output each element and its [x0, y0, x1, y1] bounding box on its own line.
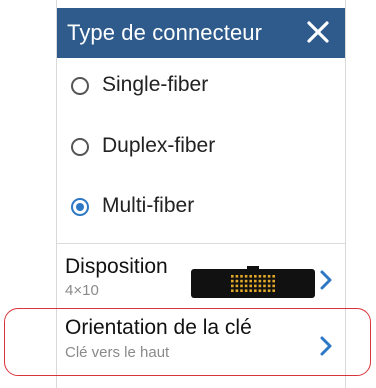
close-icon[interactable]	[303, 17, 333, 47]
fiber-dot	[263, 284, 266, 288]
fiber-dot	[263, 279, 266, 283]
radio-duplex-fiber[interactable]	[71, 138, 89, 156]
fiber-dot	[235, 284, 239, 288]
option-label: Single-fiber	[102, 73, 209, 96]
option-multi-fiber[interactable]: Multi-fiber	[57, 183, 345, 233]
option-label: Duplex-fiber	[102, 134, 216, 157]
fiber-dot	[240, 289, 243, 292]
fiber-dot	[267, 279, 271, 283]
fiber-dot	[235, 275, 239, 278]
highlight-outline	[4, 308, 371, 376]
mpo-connector-icon	[191, 266, 315, 298]
fiber-dot	[244, 279, 248, 283]
fiber-dot	[231, 279, 234, 283]
fiber-dot	[263, 275, 266, 278]
radio-multi-fiber[interactable]	[71, 198, 89, 216]
fiber-dot	[272, 279, 275, 283]
fiber-dot	[258, 279, 262, 283]
fiber-dot	[249, 275, 252, 278]
fiber-dot	[254, 279, 257, 283]
fiber-dot	[249, 284, 252, 288]
fiber-dot	[272, 289, 275, 292]
fiber-dot	[244, 284, 248, 288]
fiber-dot	[244, 275, 248, 278]
fiber-dot	[249, 279, 252, 283]
disposition-title: Disposition	[65, 255, 168, 278]
fiber-dot	[240, 284, 243, 288]
fiber-dot	[263, 289, 266, 292]
fiber-dot	[231, 284, 234, 288]
dialog-title: Type de connecteur	[67, 20, 263, 45]
fiber-dot	[231, 275, 234, 278]
fiber-dot	[249, 289, 252, 292]
fiber-dot	[240, 275, 243, 278]
fiber-dot	[235, 279, 239, 283]
divider	[57, 243, 345, 244]
option-duplex-fiber[interactable]: Duplex-fiber	[57, 123, 345, 173]
option-label: Multi-fiber	[102, 194, 195, 217]
fiber-dot	[267, 284, 271, 288]
fiber-dot	[254, 289, 257, 292]
fiber-dot	[254, 284, 257, 288]
fiber-dot	[231, 289, 234, 292]
fiber-dot	[272, 284, 275, 288]
fiber-dot	[258, 284, 262, 288]
fiber-dot	[272, 275, 275, 278]
option-single-fiber[interactable]: Single-fiber	[57, 62, 345, 112]
radio-single-fiber[interactable]	[71, 77, 89, 95]
chevron-right-icon	[320, 270, 332, 290]
fiber-dot	[254, 275, 257, 278]
fiber-dot	[267, 289, 271, 292]
fiber-dot	[267, 275, 271, 278]
fiber-dot	[258, 275, 262, 278]
fiber-dot	[235, 289, 239, 292]
fiber-dot	[240, 279, 243, 283]
fiber-dot	[244, 289, 248, 292]
disposition-value: 4×10	[65, 282, 99, 299]
fiber-dot	[258, 289, 262, 292]
dialog-header: Type de connecteur	[57, 8, 345, 58]
